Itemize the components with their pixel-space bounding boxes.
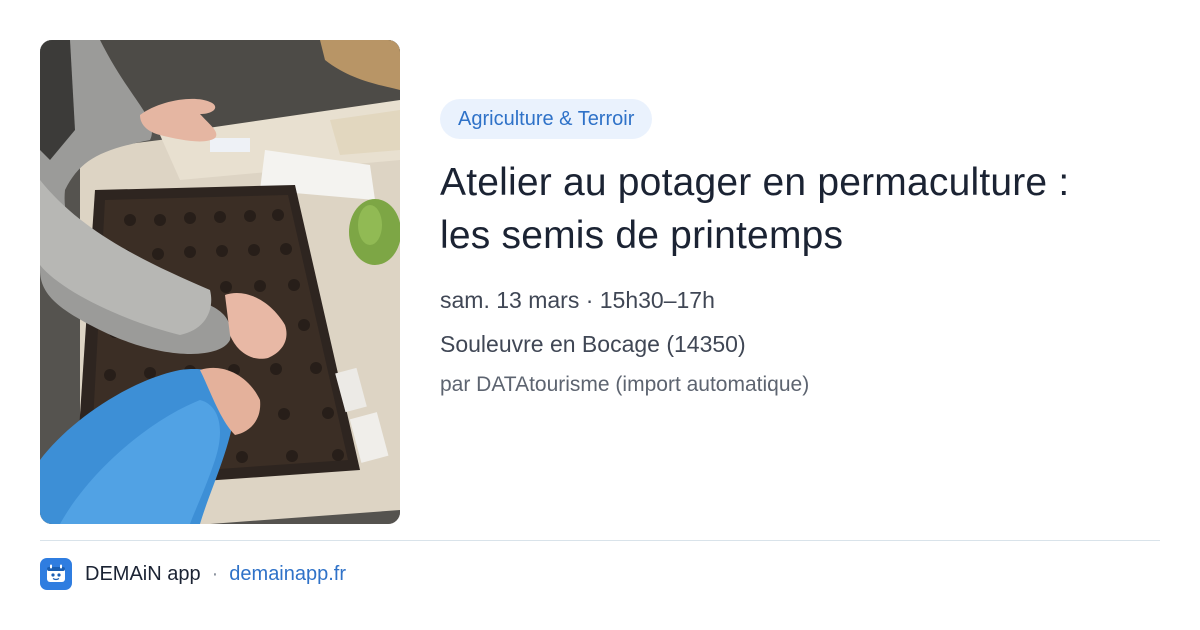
event-date-time: sam. 13 mars · 15h30–17h xyxy=(440,287,715,313)
footer: DEMAiN app · demainapp.fr xyxy=(40,558,346,590)
event-photo xyxy=(40,40,400,524)
category-badge[interactable]: Agriculture & Terroir xyxy=(440,99,653,139)
event-card[interactable]: Agriculture & Terroir Atelier au potager… xyxy=(0,0,1200,630)
app-name: DEMAiN app xyxy=(85,562,201,585)
event-source: par DATAtourisme (import automatique) xyxy=(440,373,810,396)
demain-app-icon[interactable] xyxy=(40,558,72,590)
divider xyxy=(40,540,1160,541)
footer-separator: · xyxy=(211,562,219,585)
event-title[interactable]: Atelier au potager en permaculture : les… xyxy=(440,156,1080,262)
event-details: Agriculture & Terroir Atelier au potager… xyxy=(440,99,1160,398)
app-website-link[interactable]: demainapp.fr xyxy=(229,563,346,586)
event-location: Souleuvre en Bocage (14350) xyxy=(440,331,746,357)
event-meta: sam. 13 mars · 15h30–17h Souleuvre en Bo… xyxy=(440,286,1160,398)
